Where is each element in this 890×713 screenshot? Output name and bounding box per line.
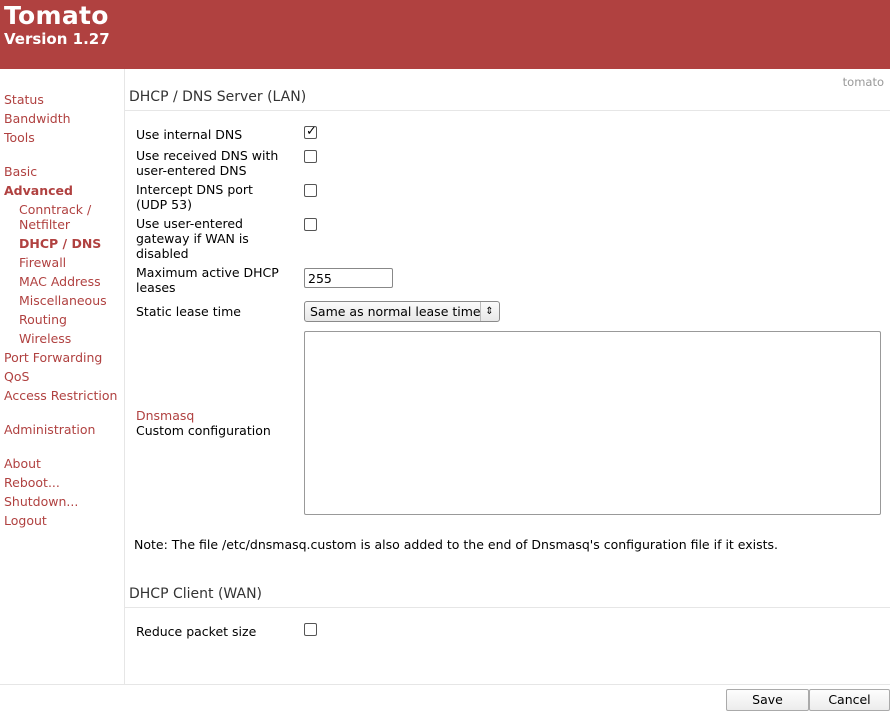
section-divider-lan xyxy=(125,110,890,111)
static-lease-selected: Same as normal lease time xyxy=(310,304,481,319)
sidebar-item-conntrack-line1: Conntrack / xyxy=(19,202,92,217)
sidebar-item-mac-address[interactable]: MAC Address xyxy=(19,274,101,289)
reduce-packet-label: Reduce packet size xyxy=(136,624,257,639)
reduce-packet-checkbox[interactable] xyxy=(304,623,317,636)
sidebar-item-shutdown[interactable]: Shutdown... xyxy=(4,494,78,509)
custom-config-label: Dnsmasq Custom configuration xyxy=(136,408,301,438)
header: Tomato Version 1.27 xyxy=(0,0,890,69)
use-received-dns-label: Use received DNS with user-entered DNS xyxy=(136,148,301,178)
max-leases-label-line2: leases xyxy=(136,280,176,295)
sidebar-item-firewall[interactable]: Firewall xyxy=(19,255,66,270)
sidebar-item-administration[interactable]: Administration xyxy=(4,422,95,437)
section-title-lan: DHCP / DNS Server (LAN) xyxy=(129,89,307,105)
sidebar-item-qos[interactable]: QoS xyxy=(4,369,29,384)
dnsmasq-link[interactable]: Dnsmasq xyxy=(136,408,194,423)
user-gateway-label-line3: disabled xyxy=(136,246,189,261)
custom-config-textarea[interactable] xyxy=(304,331,881,515)
section-divider-wan xyxy=(125,607,890,608)
app-version: Version 1.27 xyxy=(4,30,110,48)
intercept-dns-label-line1: Intercept DNS port xyxy=(136,182,253,197)
save-button[interactable]: Save xyxy=(726,689,809,711)
sidebar-item-advanced[interactable]: Advanced xyxy=(4,183,73,198)
user-gateway-label-line2: gateway if WAN is xyxy=(136,231,249,246)
user-gateway-label: Use user-entered gateway if WAN is disab… xyxy=(136,216,301,261)
intercept-dns-label-line2: (UDP 53) xyxy=(136,197,192,212)
use-internal-dns-checkbox[interactable]: ✓ xyxy=(304,124,317,139)
custom-config-text: Custom configuration xyxy=(136,423,271,438)
max-leases-input[interactable] xyxy=(304,268,393,288)
sidebar-item-miscellaneous[interactable]: Miscellaneous xyxy=(19,293,107,308)
sidebar-item-conntrack-line2: Netfilter xyxy=(19,217,71,232)
chevron-updown-icon: ⇕ xyxy=(480,302,498,321)
app-title: Tomato xyxy=(4,1,109,30)
sidebar-item-routing[interactable]: Routing xyxy=(19,312,67,327)
sidebar-item-logout[interactable]: Logout xyxy=(4,513,47,528)
sidebar-item-conntrack[interactable]: Conntrack / Netfilter xyxy=(19,202,91,232)
sidebar-item-bandwidth[interactable]: Bandwidth xyxy=(4,111,71,126)
cancel-button[interactable]: Cancel xyxy=(809,689,890,711)
static-lease-label: Static lease time xyxy=(136,304,241,319)
note-text: Note: The file /etc/dnsmasq.custom is al… xyxy=(134,537,779,552)
sidebar-item-basic[interactable]: Basic xyxy=(4,164,37,179)
use-received-dns-checkbox[interactable] xyxy=(304,150,317,163)
static-lease-select[interactable]: Same as normal lease time ⇕ xyxy=(304,301,500,322)
sidebar-item-about[interactable]: About xyxy=(4,456,41,471)
intercept-dns-checkbox[interactable] xyxy=(304,184,317,197)
sidebar-item-dhcp-dns[interactable]: DHCP / DNS xyxy=(19,236,101,251)
use-received-dns-label-line1: Use received DNS with xyxy=(136,148,279,163)
hostname-label: tomato xyxy=(842,75,884,89)
intercept-dns-label: Intercept DNS port (UDP 53) xyxy=(136,182,301,212)
use-internal-dns-label: Use internal DNS xyxy=(136,127,243,142)
user-gateway-checkbox[interactable] xyxy=(304,218,317,231)
section-title-wan: DHCP Client (WAN) xyxy=(129,586,263,602)
sidebar-item-port-forwarding[interactable]: Port Forwarding xyxy=(4,350,102,365)
sidebar-item-access-restriction[interactable]: Access Restriction xyxy=(4,388,117,403)
checkmark-icon: ✓ xyxy=(306,124,317,139)
sidebar-item-reboot[interactable]: Reboot... xyxy=(4,475,60,490)
sidebar-item-tools[interactable]: Tools xyxy=(4,130,35,145)
footer-divider xyxy=(0,684,890,685)
max-leases-label-line1: Maximum active DHCP xyxy=(136,265,279,280)
use-received-dns-label-line2: user-entered DNS xyxy=(136,163,247,178)
user-gateway-label-line1: Use user-entered xyxy=(136,216,243,231)
max-leases-label: Maximum active DHCP leases xyxy=(136,265,301,295)
sidebar-item-wireless[interactable]: Wireless xyxy=(19,331,71,346)
sidebar-item-status[interactable]: Status xyxy=(4,92,44,107)
